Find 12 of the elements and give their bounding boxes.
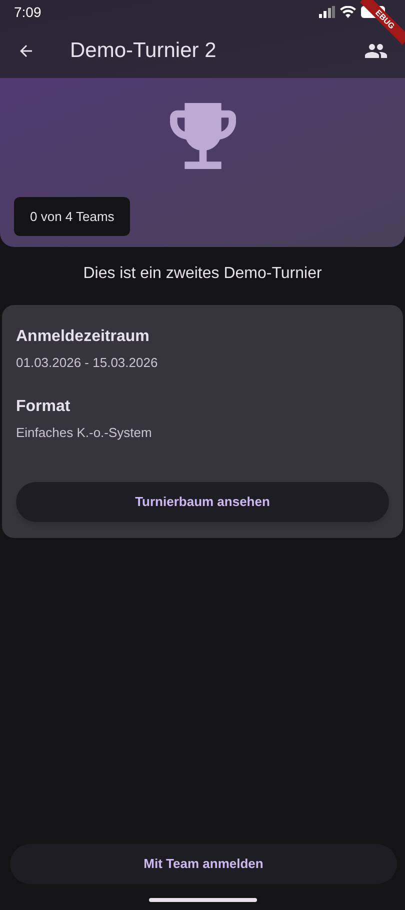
register-team-button[interactable]: Mit Team anmelden xyxy=(10,844,397,884)
page-title: Demo-Turnier 2 xyxy=(70,38,218,64)
detail-value: 01.03.2026 - 15.03.2026 xyxy=(16,354,159,372)
status-time: 7:09 xyxy=(14,2,42,22)
detail-value: Einfaches K.-o.-System xyxy=(16,424,153,442)
signal-icon xyxy=(319,6,335,18)
detail-label: Anmeldezeitraum xyxy=(16,327,150,347)
team-count-chip: 0 von 4 Teams xyxy=(14,196,130,236)
tournament-description: Dies ist ein zweites Demo-Turnier xyxy=(82,264,323,284)
wifi-icon xyxy=(340,6,356,18)
view-bracket-button[interactable]: Turnierbaum ansehen xyxy=(16,482,389,522)
detail-label: Format xyxy=(16,396,72,416)
